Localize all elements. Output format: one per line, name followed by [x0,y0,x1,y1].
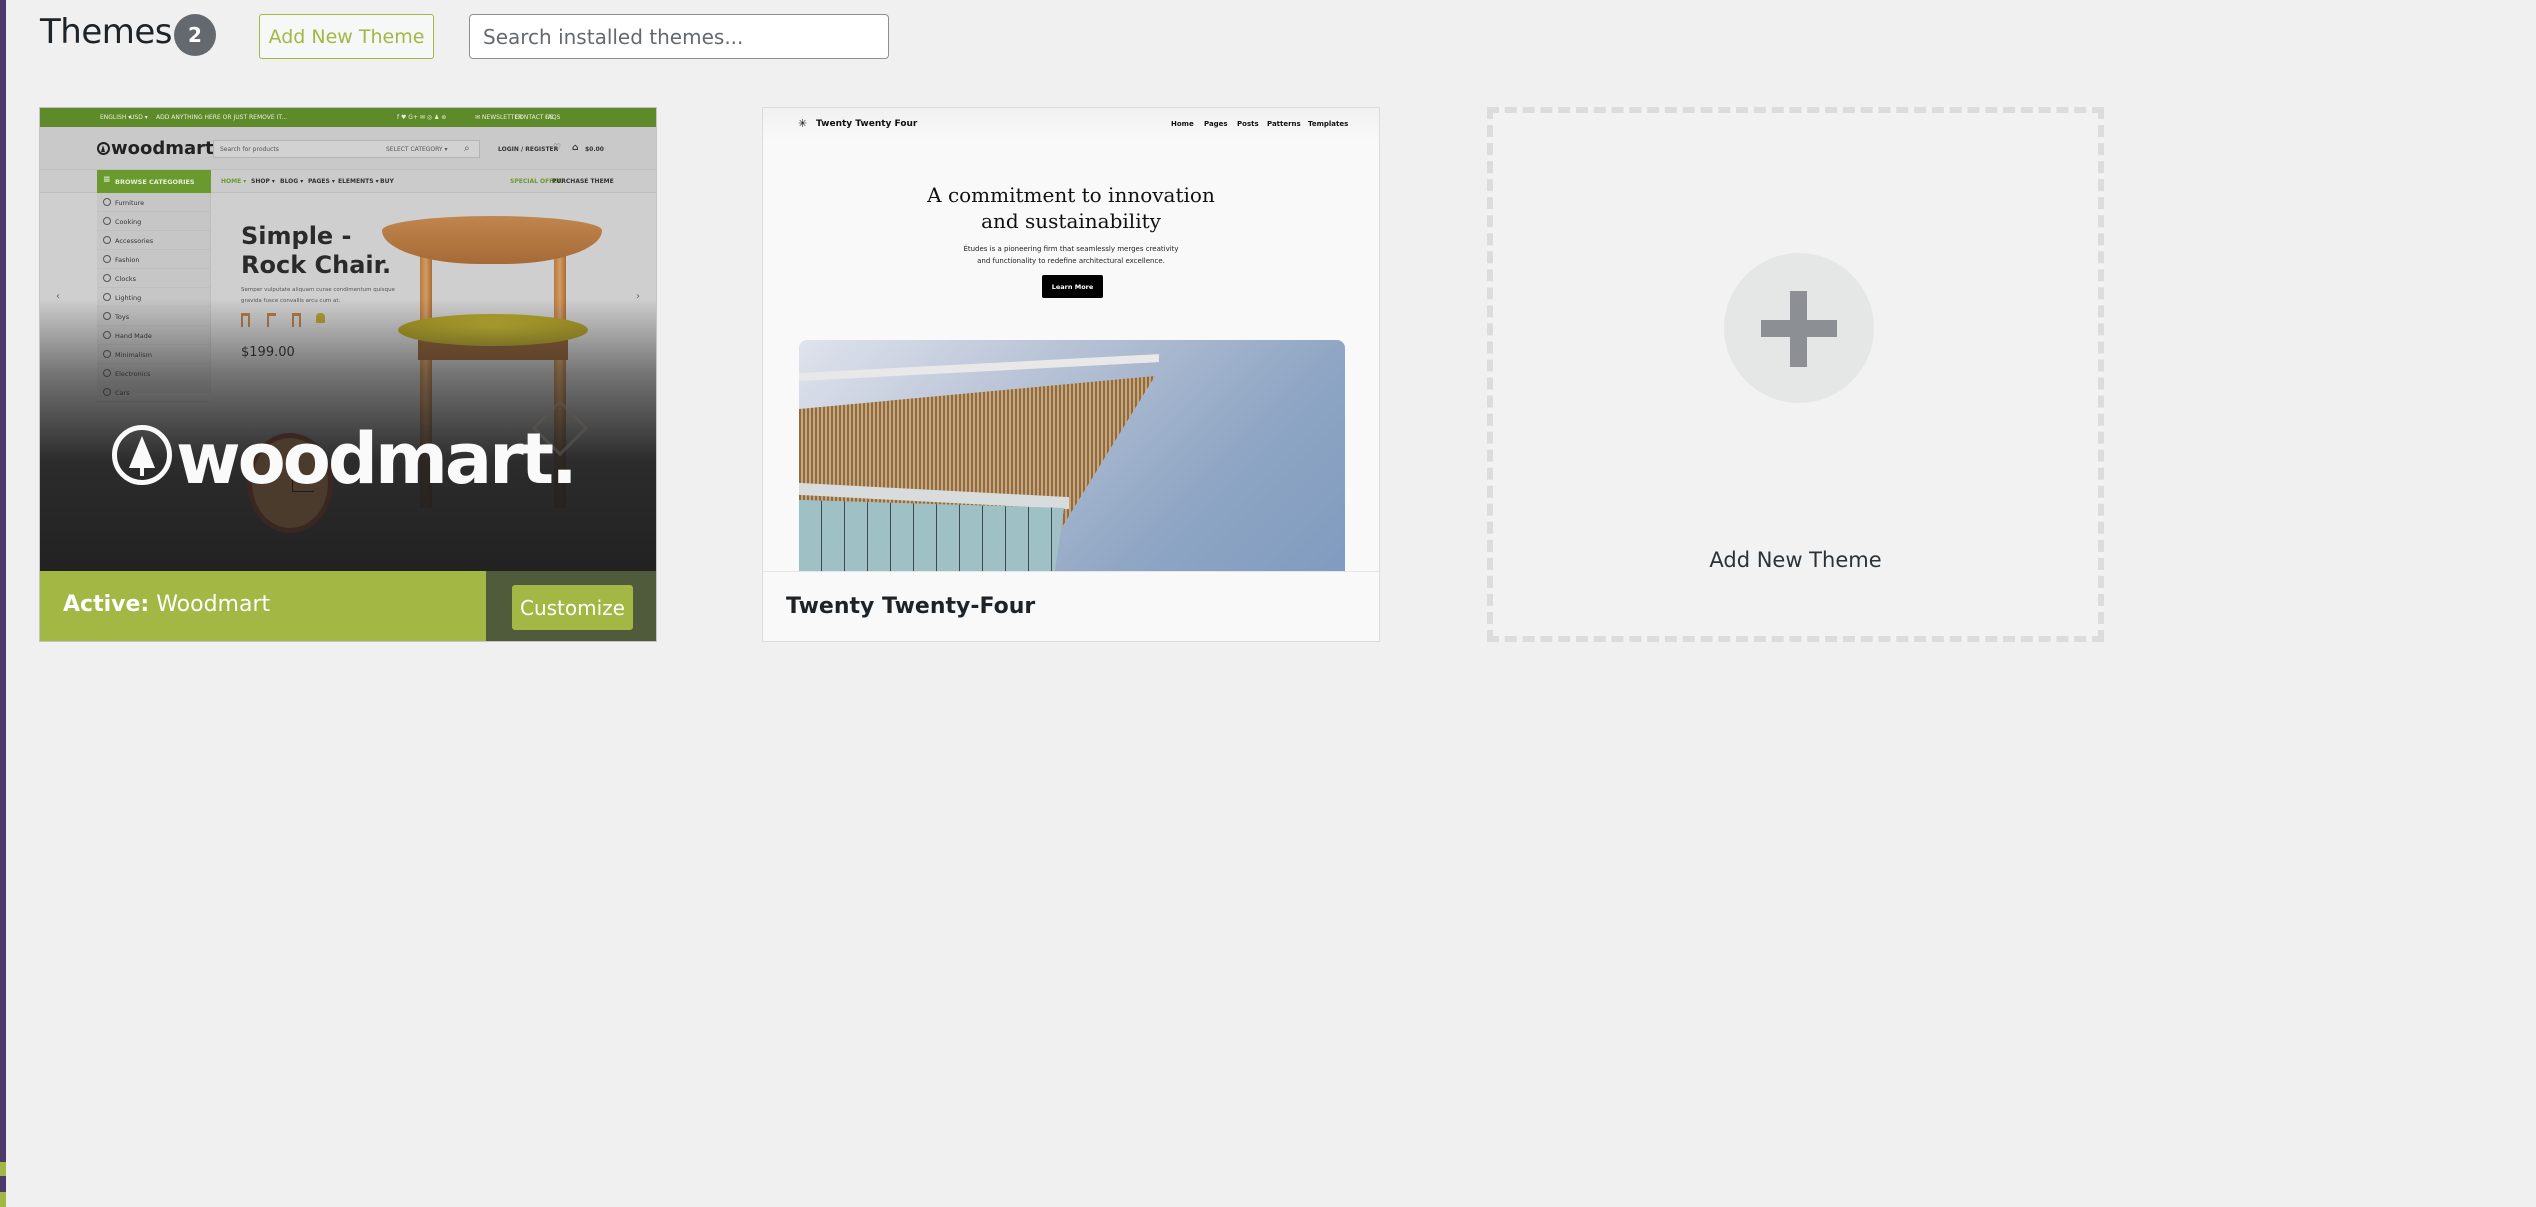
preview-text: ADD ANYTHING HERE OR JUST REMOVE IT... [156,114,288,121]
building-image [799,340,1345,571]
preview-text: PURCHASE THEME [552,178,614,185]
search-icon: ⌕ [464,143,470,154]
tree-logo-icon [112,425,172,485]
customize-button[interactable]: Customize [512,585,633,630]
theme-actions: Customize [486,571,656,641]
preview-header: woodmart. Search for products SELECT CAT… [40,127,656,170]
preview-text: BUY [380,178,394,185]
preview-description: Études is a pioneering firm that seamles… [763,243,1379,267]
woodmart-preview: ENGLISH ▾ USD ▾ ADD ANYTHING HERE OR JUS… [40,108,656,571]
add-new-theme-button[interactable]: Add New Theme [259,14,434,59]
plus-icon [1724,253,1874,403]
preview-browse: BROWSE CATEGORIES [97,170,211,193]
theme-screenshot[interactable]: ✳ Twenty Twenty Four Home Pages Posts Pa… [763,108,1379,571]
preview-category: Accessories [97,231,210,250]
chair-backrest [382,216,602,264]
preview-text: $0.00 [585,146,604,153]
preview-text: SELECT CATEGORY ▾ [386,146,448,153]
site-logo-icon: ✳ [798,117,808,130]
preview-header: ✳ Twenty Twenty Four Home Pages Posts Pa… [763,108,1379,143]
heart-icon: ♡ [553,143,562,153]
preview-category: Furniture [97,193,210,212]
admin-menu-active-marker [0,1162,6,1176]
preview-text: ENGLISH ▾ [100,114,132,121]
preview-site-title: Twenty Twenty Four [816,119,918,129]
preview-nav-item: Home [1171,120,1194,128]
cart-icon: ⌂ [572,143,579,153]
social-icons: f ♥ G+ ✉ ◎ ♟ ⊚ [397,114,447,121]
glass-facade [799,500,1064,571]
add-new-theme-card[interactable]: Add New Theme [1487,107,2104,642]
preview-text: Rock Chair. [241,251,392,279]
preview-text: ELEMENTS ▾ [338,178,379,185]
theme-card-woodmart[interactable]: ENGLISH ▾ USD ▾ ADD ANYTHING HERE OR JUS… [39,107,657,642]
preview-topbar: ENGLISH ▾ USD ▾ ADD ANYTHING HERE OR JUS… [40,108,656,127]
preview-text: woodmart. [111,138,221,159]
preview-text: HOME ▾ [221,178,247,185]
preview-text: BLOG ▾ [280,178,304,185]
page-title: Themes [40,12,173,52]
preview-text: LOGIN / REGISTER [498,146,559,153]
preview-text: and sustainability [981,209,1161,233]
preview-text: A commitment to innovation [927,183,1215,207]
preview-nav-item: Patterns [1267,120,1301,128]
theme-name: Twenty Twenty-Four [786,594,1036,619]
woodmart-logo: woodmart. [112,418,578,500]
theme-card-twenty-twenty-four[interactable]: ✳ Twenty Twenty Four Home Pages Posts Pa… [762,107,1380,642]
preview-text: Simple - [241,222,352,250]
preview-nav-item: Pages [1204,120,1228,128]
preview-search: Search for products SELECT CATEGORY ▾ ⌕ [213,140,480,158]
active-theme-label: Active: Woodmart [63,592,270,617]
preview-text: SHOP ▾ [251,178,275,185]
preview-category: Clocks [97,269,210,288]
preview-hero-title: Simple - Rock Chair. [241,222,391,280]
tree-logo-icon [97,142,110,155]
preview-text: USD ▾ [130,114,148,121]
preview-category: Fashion [97,250,210,269]
admin-menu-edge [0,0,6,1207]
preview-text: and functionality to redefine architectu… [977,257,1165,265]
preview-nav: BROWSE CATEGORIES HOME ▾ SHOP ▾ BLOG ▾ P… [40,170,656,193]
theme-card-footer: Twenty Twenty-Four [763,571,1379,641]
theme-screenshot[interactable]: ENGLISH ▾ USD ▾ ADD ANYTHING HERE OR JUS… [40,108,656,571]
add-new-theme-label: Add New Theme [1709,548,1882,572]
preview-logo: woodmart. [97,138,220,159]
preview-nav-item: Posts [1237,120,1259,128]
preview-learn-more: Learn More [1042,275,1103,298]
theme-name: Woodmart [156,592,271,617]
preview-text: PAGES ▾ [308,178,335,185]
preview-text: Études is a pioneering firm that seamles… [963,245,1179,253]
theme-count-badge: 2 [174,14,216,56]
theme-card-footer: Active: Woodmart Customize [40,571,656,641]
active-prefix: Active: [63,592,150,617]
search-themes-input[interactable] [469,14,889,59]
preview-heading: A commitment to innovation and sustainab… [763,182,1379,234]
twentytwentyfour-preview: ✳ Twenty Twenty Four Home Pages Posts Pa… [763,108,1379,571]
preview-text: FAQS [545,114,561,121]
preview-text: Search for products [220,146,279,153]
logo-text: woodmart. [176,418,578,500]
preview-nav-item: Templates [1308,120,1349,128]
roof-edge [799,354,1159,381]
preview-category: Cooking [97,212,210,231]
admin-menu-active-marker [0,1192,6,1207]
